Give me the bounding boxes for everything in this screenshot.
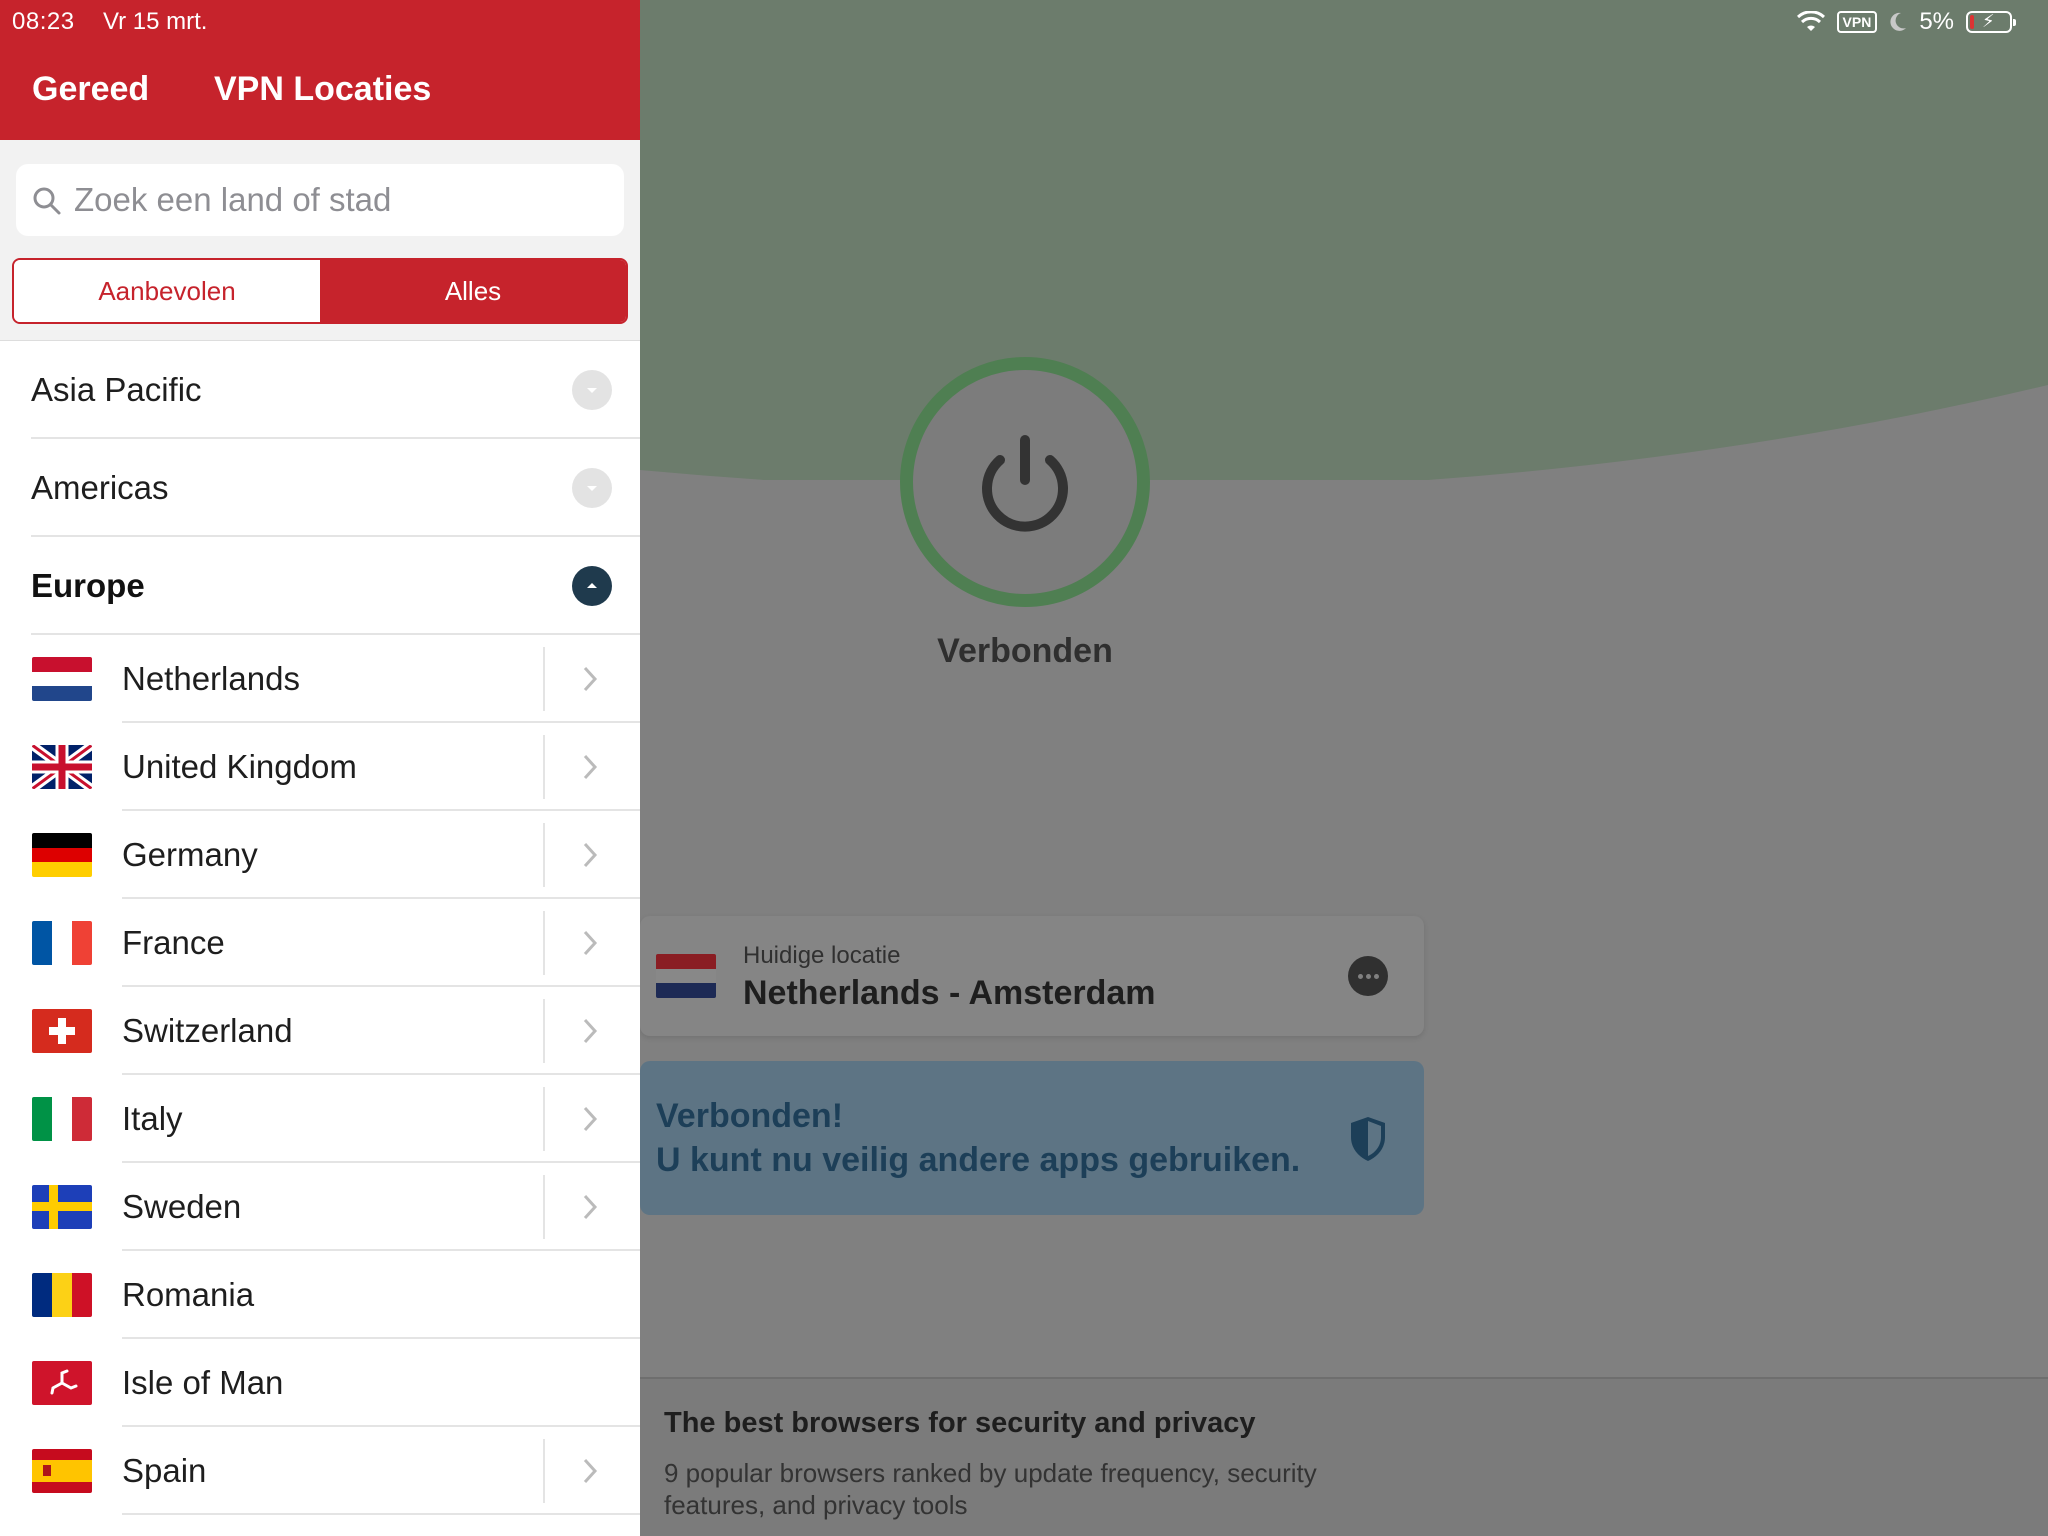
region-asia-pacific[interactable]: Asia Pacific [0,341,640,439]
spain-flag-icon [32,1449,92,1493]
vpn-locations-sheet: 08:23 Vr 15 mrt. Gereed VPN Locaties Aan… [0,0,640,1536]
current-location-card[interactable]: Huidige locatie Netherlands - Amsterdam [640,916,1424,1036]
netherlands-flag-icon [656,954,716,998]
italy-flag-icon [32,1097,92,1141]
power-icon [982,435,1068,532]
wifi-icon [1796,11,1825,31]
chevron-right-icon[interactable] [582,665,598,693]
shield-icon [1351,1117,1385,1161]
country-germany[interactable]: Germany [0,811,640,899]
tab-all[interactable]: Alles [320,260,626,322]
chevron-right-icon[interactable] [582,753,598,781]
chevron-down-icon [572,370,612,410]
location-filter-segmented-control: Aanbevolen Alles [12,258,628,324]
region-label: Americas [31,469,169,506]
chevron-up-icon [572,566,612,606]
search-icon [33,187,61,215]
country-label: Sweden [122,1188,242,1225]
status-bar-right: VPN 5% ⚡ [1796,8,2016,36]
chevron-right-icon[interactable] [582,929,598,957]
country-isle-of-man[interactable]: Isle of Man [0,1339,640,1427]
netherlands-flag-icon [32,657,92,701]
chevron-right-icon[interactable] [582,1457,598,1485]
chevron-down-icon [572,468,612,508]
chevron-right-icon[interactable] [582,1105,598,1133]
current-location-label: Huidige locatie [743,942,901,969]
country-switzerland[interactable]: Switzerland [0,987,640,1075]
country-label: Italy [122,1100,183,1137]
banner-text: U kunt nu veilig andere apps gebruiken. [656,1141,1301,1179]
sheet-header: 08:23 Vr 15 mrt. Gereed VPN Locaties [0,0,640,140]
battery-icon: ⚡ [1966,11,2016,33]
article-title: The best browsers for security and priva… [664,1407,1256,1439]
more-options-icon[interactable] [1348,956,1388,996]
united-kingdom-flag-icon [32,745,92,789]
search-box[interactable] [16,164,624,236]
country-spain[interactable]: Spain [0,1427,640,1515]
country-label: Germany [122,836,258,873]
connection-status-label: Verbonden [937,632,1113,670]
region-americas[interactable]: Americas [0,439,640,537]
country-romania[interactable]: Romania [0,1251,640,1339]
country-netherlands[interactable]: Netherlands [0,635,640,723]
moon-icon [1890,12,1907,31]
country-sweden[interactable]: Sweden [0,1163,640,1251]
battery-percentage: 5% [1919,8,1954,35]
chevron-right-icon[interactable] [582,841,598,869]
connected-banner: Verbonden! U kunt nu veilig andere apps … [640,1061,1424,1215]
isle-of-man-flag-icon [32,1361,92,1405]
romania-flag-icon [32,1273,92,1317]
country-label: United Kingdom [122,748,357,785]
connect-power-button[interactable] [900,357,1150,607]
switzerland-flag-icon [32,1009,92,1053]
country-label: Isle of Man [122,1364,284,1401]
chevron-right-icon[interactable] [582,1193,598,1221]
region-label: Asia Pacific [31,371,202,408]
location-list: Asia Pacific Americas Europe Netherlands… [0,340,640,1536]
tab-recommended[interactable]: Aanbevolen [14,260,320,322]
banner-title: Verbonden! [656,1097,844,1135]
country-united-kingdom[interactable]: United Kingdom [0,723,640,811]
germany-flag-icon [32,833,92,877]
country-italy[interactable]: Italy [0,1075,640,1163]
vpn-status-badge: VPN [1836,11,1878,33]
sweden-flag-icon [32,1185,92,1229]
country-label: Spain [122,1452,207,1489]
article-description: 9 popular browsers ranked by update freq… [664,1458,1317,1520]
status-date: Vr 15 mrt. [103,8,208,35]
done-button[interactable]: Gereed [32,70,149,109]
news-article-card[interactable]: The best browsers for security and priva… [640,1377,2048,1536]
country-label: France [122,924,225,961]
search-area: Aanbevolen Alles [0,140,640,340]
france-flag-icon [32,921,92,965]
sheet-title: VPN Locaties [214,70,432,108]
status-time: 08:23 [12,8,75,35]
country-label: Netherlands [122,660,300,697]
chevron-right-icon[interactable] [582,1017,598,1045]
country-label: Switzerland [122,1012,293,1049]
country-label: Romania [122,1276,255,1313]
current-location-value: Netherlands - Amsterdam [743,974,1156,1012]
country-france[interactable]: France [0,899,640,987]
search-input[interactable] [74,176,604,224]
region-label: Europe [31,567,145,604]
region-europe[interactable]: Europe [0,537,640,635]
